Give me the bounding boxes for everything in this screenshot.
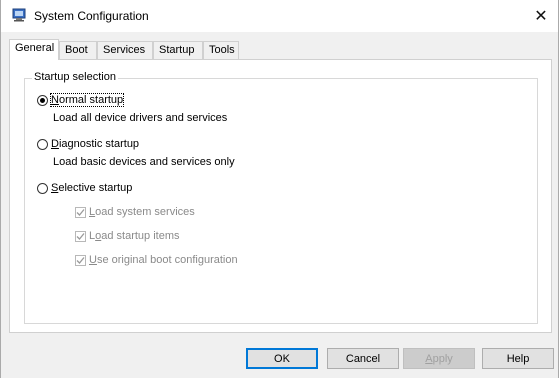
window-title: System Configuration — [34, 9, 149, 23]
cancel-button[interactable]: Cancel — [327, 348, 399, 369]
diagnostic-startup-radio[interactable]: Diagnostic startup — [37, 136, 139, 152]
tab-startup[interactable]: Startup — [153, 41, 203, 59]
tab-boot[interactable]: Boot — [59, 41, 97, 59]
system-configuration-window: System Configuration ✕ General Boot Serv… — [0, 0, 559, 378]
selective-startup-radio[interactable]: Selective startup — [37, 180, 132, 196]
normal-startup-label: Normal startup — [49, 93, 125, 107]
diagnostic-startup-label: Diagnostic startup — [51, 138, 140, 150]
general-tab-panel: Startup selection Normal startup Load al… — [9, 59, 552, 333]
use-original-boot-configuration-label: Use original boot configuration — [89, 254, 238, 266]
checkbox-checked-icon[interactable] — [75, 230, 86, 242]
startup-selection-legend: Startup selection — [32, 71, 118, 83]
diagnostic-startup-description: Load basic devices and services only — [53, 156, 235, 168]
close-button[interactable]: ✕ — [524, 0, 558, 32]
radio-unselected-icon[interactable] — [37, 182, 48, 194]
close-icon: ✕ — [534, 8, 548, 25]
checkbox-checked-icon[interactable] — [75, 254, 86, 266]
normal-startup-radio[interactable]: Normal startup — [37, 92, 125, 108]
ok-button[interactable]: OK — [246, 348, 318, 369]
tab-general[interactable]: General — [9, 39, 59, 60]
radio-unselected-icon[interactable] — [37, 138, 48, 150]
checkbox-checked-icon[interactable] — [75, 206, 86, 218]
radio-selected-icon[interactable] — [37, 94, 48, 106]
load-system-services-checkbox[interactable]: Load system services — [75, 204, 195, 220]
use-original-boot-configuration-checkbox[interactable]: Use original boot configuration — [75, 252, 238, 268]
selective-startup-label: Selective startup — [51, 182, 133, 194]
load-system-services-label: Load system services — [89, 206, 195, 218]
normal-startup-description: Load all device drivers and services — [53, 112, 228, 124]
dialog-button-row: OK Cancel Apply Help — [1, 348, 559, 370]
load-startup-items-label: Load startup items — [89, 230, 180, 242]
startup-selection-group: Startup selection Normal startup Load al… — [24, 71, 538, 324]
tab-tools[interactable]: Tools — [203, 41, 239, 59]
help-button[interactable]: Help — [482, 348, 554, 369]
system-configuration-icon — [12, 8, 26, 22]
tab-services[interactable]: Services — [97, 41, 153, 59]
load-startup-items-checkbox[interactable]: Load startup items — [75, 228, 180, 244]
title-bar[interactable]: System Configuration ✕ — [1, 0, 558, 32]
apply-button[interactable]: Apply — [403, 348, 475, 369]
tab-strip: General Boot Services Startup Tools — [9, 39, 554, 60]
